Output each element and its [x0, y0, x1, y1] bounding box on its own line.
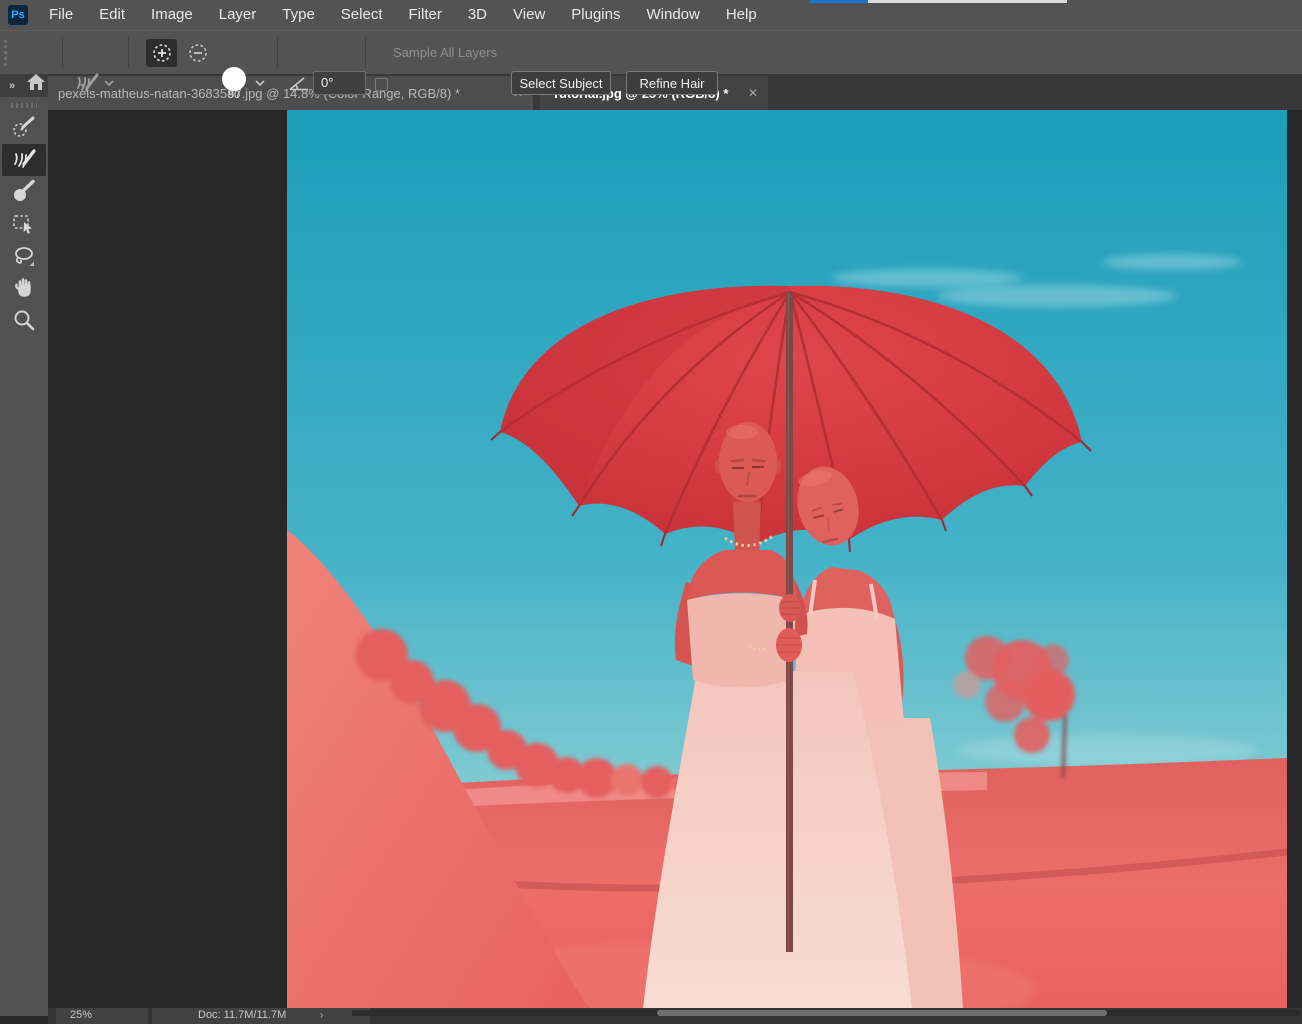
sample-all-layers-checkbox[interactable]	[375, 78, 388, 91]
document-size-info[interactable]: Doc: 11.7M/11.7M	[152, 1008, 370, 1024]
tools-panel-grip	[11, 103, 37, 108]
tab-title: pexels-matheus-natan-3683587.jpg @ 14.8%…	[58, 86, 460, 101]
photoshop-logo-icon: Ps	[8, 5, 28, 25]
menu-bar: Ps File Edit Image Layer Type Select Fil…	[0, 0, 1302, 30]
chevron-down-icon	[104, 80, 114, 86]
zoom-tool[interactable]	[2, 304, 46, 336]
umbrella-pole	[786, 292, 793, 952]
menu-filter[interactable]: Filter	[396, 0, 455, 30]
brush-icon	[11, 179, 37, 205]
tab-close-icon[interactable]: ✕	[738, 86, 758, 100]
menu-view[interactable]: View	[500, 0, 558, 30]
hand-icon	[11, 275, 37, 301]
object-selection-icon	[11, 211, 37, 237]
background-window-strip	[868, 0, 1067, 3]
angle-icon	[288, 75, 310, 91]
subtract-from-selection-button[interactable]	[182, 39, 213, 67]
menu-file[interactable]: File	[36, 0, 86, 30]
tool-options-bar: 90 0° Sample All Layers Select Subject R…	[0, 30, 1302, 74]
menu-layer[interactable]: Layer	[206, 0, 270, 30]
menu-help[interactable]: Help	[713, 0, 770, 30]
select-subject-button[interactable]: Select Subject	[511, 71, 611, 95]
refine-edge-brush-tool[interactable]	[2, 144, 46, 176]
brush-tool[interactable]	[2, 176, 46, 208]
tool-preset-dropdown[interactable]	[103, 79, 115, 87]
home-button[interactable]	[25, 72, 47, 92]
refine-hair-button[interactable]: Refine Hair	[626, 71, 718, 95]
angle-input[interactable]: 0°	[313, 71, 366, 95]
lasso-icon	[11, 243, 37, 269]
options-separator	[128, 37, 129, 68]
add-to-selection-button[interactable]	[146, 39, 177, 67]
chevron-down-icon	[255, 80, 265, 86]
options-bar-grip	[4, 40, 7, 66]
quick-selection-tool[interactable]	[2, 112, 46, 144]
options-separator	[365, 37, 366, 68]
sample-all-layers-label: Sample All Layers	[393, 31, 497, 75]
tools-panel: »	[0, 74, 48, 1016]
brush-size-value: 90	[216, 89, 252, 101]
menu-type[interactable]: Type	[269, 0, 328, 30]
menu-window[interactable]: Window	[633, 0, 712, 30]
lasso-tool[interactable]	[2, 240, 46, 272]
options-separator	[277, 37, 278, 68]
menu-plugins[interactable]: Plugins	[558, 0, 633, 30]
brush-size-preview[interactable]	[222, 67, 246, 91]
background-window-accent-strip	[810, 0, 868, 3]
zoom-level-field[interactable]: 25%	[56, 1008, 148, 1024]
menu-image[interactable]: Image	[138, 0, 206, 30]
home-icon	[26, 73, 46, 91]
menu-edit[interactable]: Edit	[86, 0, 138, 30]
canvas-image[interactable]	[287, 110, 1287, 1008]
tool-preset-picker[interactable]	[72, 69, 102, 97]
object-selection-tool[interactable]	[2, 208, 46, 240]
hand-tool[interactable]	[2, 272, 46, 304]
options-separator	[62, 37, 63, 68]
horizontal-scrollbar-thumb[interactable]	[657, 1010, 1107, 1016]
selection-brush-icon	[73, 70, 101, 96]
menu-3d[interactable]: 3D	[455, 0, 500, 30]
quick-selection-icon	[11, 115, 37, 141]
brush-size-dropdown[interactable]	[254, 79, 266, 87]
subtract-from-selection-icon	[186, 41, 210, 65]
add-to-selection-icon	[150, 41, 174, 65]
menu-select[interactable]: Select	[328, 0, 396, 30]
horizontal-scrollbar[interactable]	[352, 1010, 1300, 1016]
refine-edge-brush-icon	[11, 147, 37, 173]
magnifier-icon	[11, 307, 37, 333]
